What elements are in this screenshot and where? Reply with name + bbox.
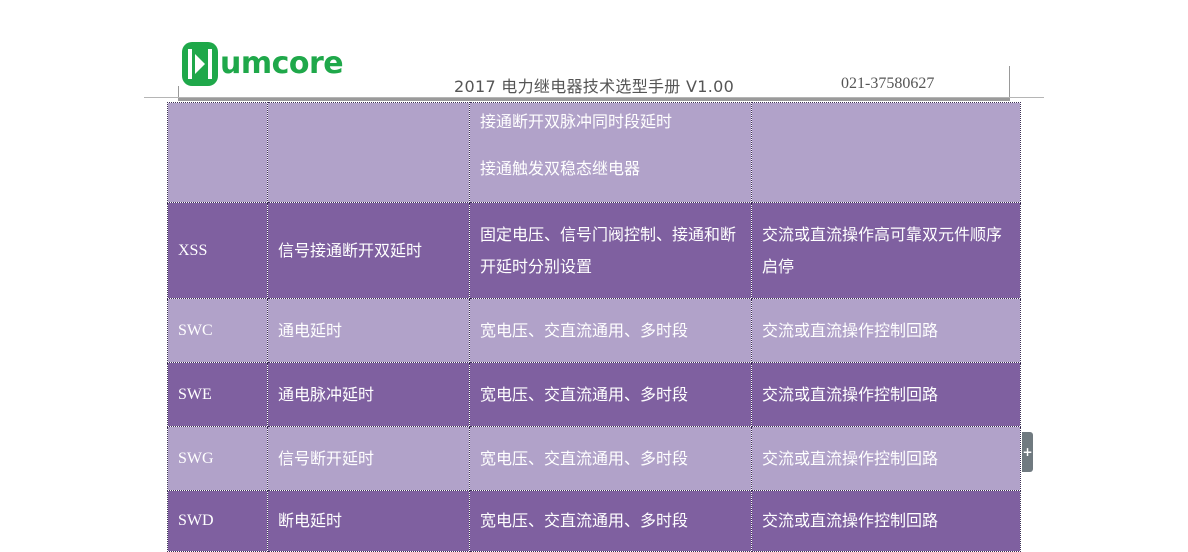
application-cell: 交流或直流操作控制回路 (751, 490, 1021, 552)
humcore-logo: umcore (181, 41, 344, 87)
add-column-button[interactable]: + (1022, 432, 1033, 472)
table-row: SWE 通电脉冲延时 宽电压、交直流通用、多时段 交流或直流操作控制回路 (167, 362, 1021, 427)
table-row: SWC 通电延时 宽电压、交直流通用、多时段 交流或直流操作控制回路 (167, 298, 1021, 363)
logo-text: umcore (220, 46, 344, 81)
application-cell: 交流或直流操作控制回路 (751, 298, 1021, 363)
feature-cell: 宽电压、交直流通用、多时段 (469, 298, 752, 363)
application-cell: 交流或直流操作控制回路 (751, 362, 1021, 427)
feature-cell: 宽电压、交直流通用、多时段 (469, 426, 752, 491)
table-row: XSS 信号接通断开双延时 固定电压、信号门阀控制、接通和断开延时分别设置 交流… (167, 202, 1021, 299)
model-code-cell: XSS (167, 202, 268, 299)
table-row: SWG 信号断开延时 宽电压、交直流通用、多时段 交流或直流操作控制回路 (167, 426, 1021, 491)
header-rule-bold (178, 98, 1010, 101)
function-name-cell: 信号接通断开双延时 (267, 202, 470, 299)
function-name-cell: 信号断开延时 (267, 426, 470, 491)
feature-line: 接通断开双脉冲同时段延时 (480, 112, 673, 131)
function-name-cell: 通电延时 (267, 298, 470, 363)
feature-cell: 固定电压、信号门阀控制、接通和断开延时分别设置 (469, 202, 752, 299)
application-cell: 交流或直流操作高可靠双元件顺序启停 (751, 202, 1021, 299)
function-name-cell (267, 102, 470, 203)
table-row: 接通断开双脉冲同时段延时 接通触发双稳态继电器 (167, 102, 1021, 203)
application-cell: 交流或直流操作控制回路 (751, 426, 1021, 491)
table-row: SWD 断电延时 宽电压、交直流通用、多时段 交流或直流操作控制回路 (167, 490, 1021, 552)
model-code-cell: SWG (167, 426, 268, 491)
model-code-cell (167, 102, 268, 203)
header-corner-right (1009, 66, 1010, 100)
page-header: umcore 2017 电力继电器技术选型手册 V1.00 021-375806… (0, 0, 1188, 101)
relay-spec-table: 接通断开双脉冲同时段延时 接通触发双稳态继电器 XSS 信号接通断开双延时 固定… (167, 102, 1021, 552)
document-title: 2017 电力继电器技术选型手册 V1.00 (454, 77, 735, 96)
logo-mark-icon (182, 42, 218, 86)
application-cell (751, 102, 1021, 203)
function-name-cell: 断电延时 (267, 490, 470, 552)
feature-cell: 接通断开双脉冲同时段延时 接通触发双稳态继电器 (469, 102, 752, 203)
feature-cell: 宽电压、交直流通用、多时段 (469, 362, 752, 427)
function-name-cell: 通电脉冲延时 (267, 362, 470, 427)
feature-line: 接通触发双稳态继电器 (480, 159, 641, 178)
plus-icon: + (1022, 445, 1033, 459)
model-code-cell: SWE (167, 362, 268, 427)
phone-number: 021-37580627 (841, 75, 935, 92)
model-code-cell: SWC (167, 298, 268, 363)
model-code-cell: SWD (167, 490, 268, 552)
feature-cell: 宽电压、交直流通用、多时段 (469, 490, 752, 552)
